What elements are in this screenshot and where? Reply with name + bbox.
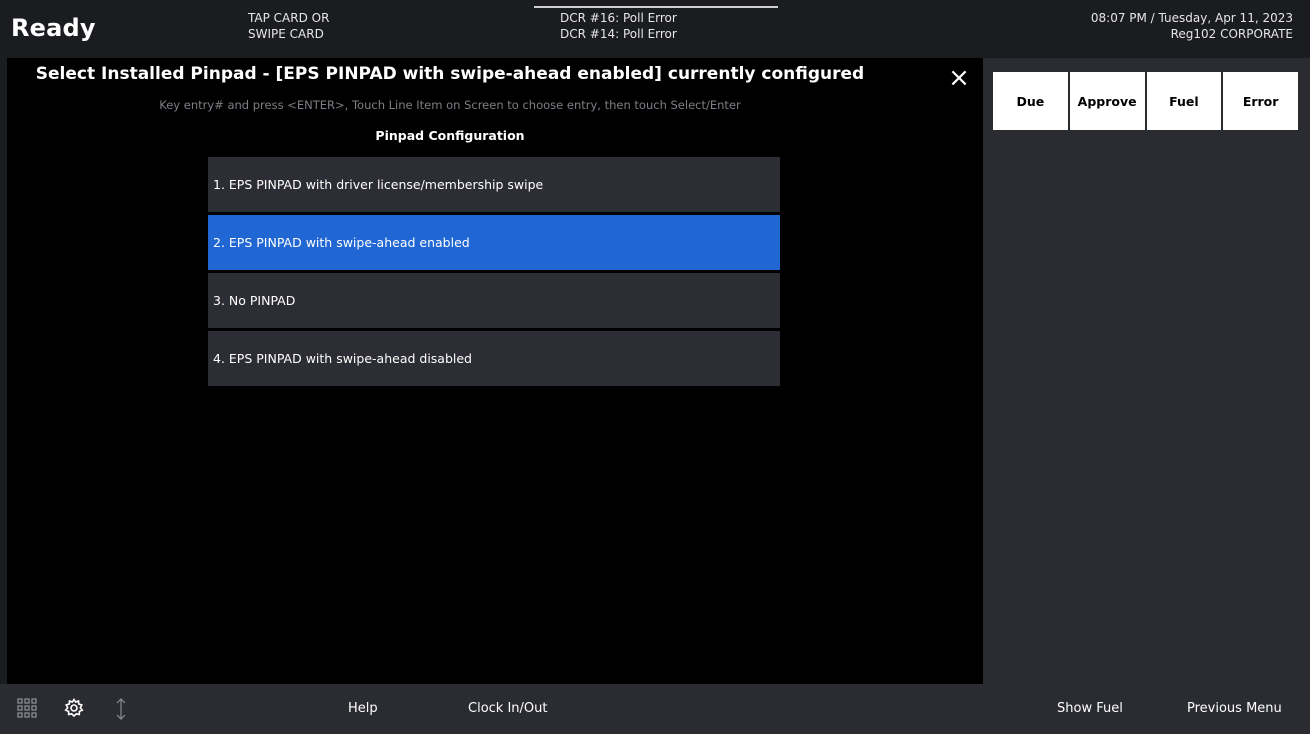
dialog-title: Select Installed Pinpad - [EPS PINPAD wi… <box>35 64 865 84</box>
list-item[interactable]: 1. EPS PINPAD with driver license/member… <box>208 157 780 212</box>
dcr-messages: DCR #16: Poll Error DCR #14: Poll Error <box>560 10 677 42</box>
side-panel: Due Approve Fuel Error <box>983 58 1310 684</box>
show-fuel-button[interactable]: Show Fuel <box>1057 701 1123 716</box>
pinpad-dialog: Select Installed Pinpad - [EPS PINPAD wi… <box>7 58 983 684</box>
list-item[interactable]: 3. No PINPAD <box>208 273 780 328</box>
grid-icon[interactable] <box>17 698 37 718</box>
footer-toolbar: Help Clock In/Out Show Fuel Previous Men… <box>0 684 1310 734</box>
list-item[interactable]: 4. EPS PINPAD with swipe-ahead disabled <box>208 331 780 386</box>
updown-arrow-icon[interactable] <box>114 698 128 720</box>
tab-approve[interactable]: Approve <box>1069 72 1145 130</box>
register-status: Ready <box>11 14 96 42</box>
gear-icon[interactable] <box>64 698 84 718</box>
help-button[interactable]: Help <box>348 701 378 716</box>
card-prompt: TAP CARD OR SWIPE CARD <box>248 10 329 42</box>
tab-fuel[interactable]: Fuel <box>1146 72 1222 130</box>
card-prompt-line2: SWIPE CARD <box>248 27 324 41</box>
datetime: 08:07 PM / Tuesday, Apr 11, 2023 <box>1090 11 1293 25</box>
dcr-message-1: DCR #16: Poll Error <box>560 11 677 25</box>
tab-error[interactable]: Error <box>1223 72 1298 130</box>
tab-due[interactable]: Due <box>993 72 1068 130</box>
status-bar: Ready TAP CARD OR SWIPE CARD DCR #16: Po… <box>0 0 1310 58</box>
list-heading: Pinpad Configuration <box>375 128 525 143</box>
register-id: Reg102 CORPORATE <box>1170 27 1293 41</box>
dialog-instructions: Key entry# and press <ENTER>, Touch Line… <box>159 98 741 112</box>
clock-in-out-button[interactable]: Clock In/Out <box>468 701 547 716</box>
side-tabs: Due Approve Fuel Error <box>993 72 1298 130</box>
close-icon[interactable]: × <box>945 64 973 92</box>
clock-info: 08:07 PM / Tuesday, Apr 11, 2023 Reg102 … <box>1091 10 1293 42</box>
pinpad-options-list: 1. EPS PINPAD with driver license/member… <box>208 157 780 389</box>
list-item-selected[interactable]: 2. EPS PINPAD with swipe-ahead enabled <box>208 215 780 270</box>
card-prompt-line1: TAP CARD OR <box>248 11 330 25</box>
dcr-message-2: DCR #14: Poll Error <box>560 27 677 41</box>
header-divider <box>534 6 778 8</box>
previous-menu-button[interactable]: Previous Menu <box>1187 701 1282 716</box>
